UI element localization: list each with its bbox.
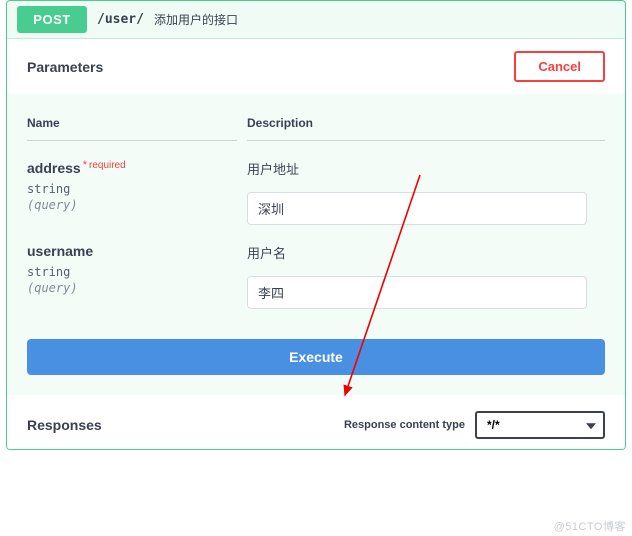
param-desc-cell: 用户名 (247, 225, 605, 309)
chevron-down-icon: */* (475, 411, 605, 439)
required-label: required (89, 160, 126, 171)
param-name: address (27, 160, 81, 176)
response-content-type-select[interactable]: */* (475, 411, 605, 439)
param-input-username[interactable] (247, 276, 587, 309)
watermark: @51CTO博客 (554, 518, 626, 534)
responses-title: Responses (27, 417, 102, 433)
param-description: 用户地址 (247, 159, 605, 178)
api-operation-panel: POST /user/ 添加用户的接口 Parameters Cancel Na… (6, 0, 626, 450)
response-content-type-label: Response content type (344, 419, 465, 431)
param-location: (query) (27, 281, 237, 295)
param-desc-cell: 用户地址 (247, 141, 605, 225)
param-name-cell: address*required string (query) (27, 141, 237, 225)
column-header-description: Description (247, 94, 605, 141)
cancel-button[interactable]: Cancel (514, 51, 605, 82)
required-star-icon: * (83, 159, 87, 171)
endpoint-summary: 添加用户的接口 (154, 11, 238, 28)
parameters-title: Parameters (27, 59, 103, 75)
param-name: username (27, 243, 93, 259)
execute-button[interactable]: Execute (27, 339, 605, 375)
param-type: string (27, 265, 237, 279)
responses-header-row: Responses Response content type */* (7, 395, 625, 449)
parameters-body: Name Description address*required string… (7, 94, 625, 395)
endpoint-path: /user/ (97, 12, 144, 27)
parameters-header-row: Parameters Cancel (7, 39, 625, 94)
param-type: string (27, 182, 237, 196)
param-description: 用户名 (247, 243, 605, 262)
column-header-name: Name (27, 94, 237, 141)
param-location: (query) (27, 198, 237, 212)
operation-header[interactable]: POST /user/ 添加用户的接口 (7, 1, 625, 39)
param-name-cell: username string (query) (27, 225, 237, 309)
param-input-address[interactable] (247, 192, 587, 225)
response-content-type-group: Response content type */* (344, 411, 605, 439)
http-method-badge: POST (17, 6, 87, 33)
